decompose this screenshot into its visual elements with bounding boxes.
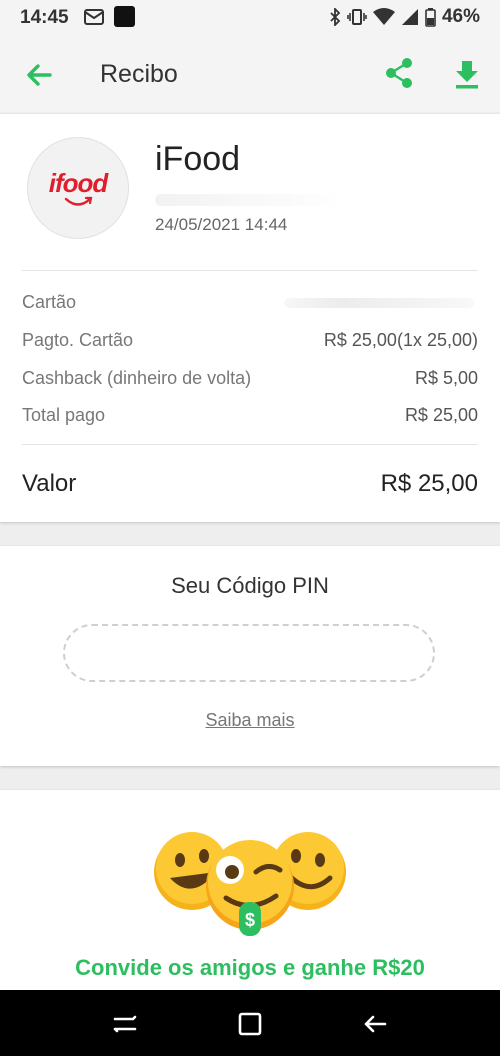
pin-card: Seu Código PIN Saiba mais: [0, 546, 500, 766]
row-value: R$ 25,00(1x 25,00): [323, 330, 478, 350]
battery-icon: [425, 7, 436, 27]
share-icon[interactable]: [383, 56, 417, 90]
app-icon: [114, 6, 135, 27]
back-icon[interactable]: [361, 1010, 389, 1038]
status-bar: 14:45 46%: [0, 0, 500, 36]
merchant-name: iFood: [155, 140, 241, 178]
battery-percent: 46%: [441, 6, 480, 27]
back-arrow-icon[interactable]: [22, 58, 56, 92]
total-row: Valor R$ 25,00: [22, 470, 478, 504]
row-label: Cartão: [22, 292, 77, 312]
logo-text: ifood: [48, 168, 109, 198]
system-nav-bar: [0, 990, 500, 1056]
total-label: Valor: [22, 470, 77, 497]
detail-row-total-paid: Total pago R$ 25,00: [22, 405, 478, 429]
home-icon[interactable]: [236, 1010, 264, 1038]
row-value: R$ 5,00: [414, 368, 478, 388]
divider: [22, 270, 478, 271]
learn-more-link[interactable]: Saiba mais: [0, 710, 500, 731]
vibrate-icon: [347, 9, 367, 25]
logo-smile-icon: [64, 196, 93, 206]
emoji-group-icon: $: [154, 832, 346, 936]
row-label: Total pago: [22, 405, 106, 425]
wifi-icon: [372, 8, 395, 25]
detail-row-payment: Pagto. Cartão R$ 25,00(1x 25,00): [22, 330, 478, 354]
emoji-badge: $: [245, 910, 255, 930]
app-bar: Recibo: [0, 36, 500, 112]
invite-card: $ Convide os amigos e ganhe R$20: [0, 790, 500, 990]
row-label: Cashback (dinheiro de volta): [22, 368, 252, 388]
redacted-info: [155, 194, 340, 206]
detail-row-cashback: Cashback (dinheiro de volta) R$ 5,00: [22, 368, 478, 392]
invite-friends-link[interactable]: Convide os amigos e ganhe R$20: [0, 955, 500, 981]
masked-card-number: [284, 298, 474, 308]
pin-code-box[interactable]: [63, 624, 435, 682]
status-time: 14:45: [20, 7, 69, 28]
pin-title: Seu Código PIN: [171, 573, 329, 598]
bluetooth-icon: [330, 8, 341, 26]
transaction-datetime: 24/05/2021 14:44: [155, 215, 288, 234]
total-value: R$ 25,00: [380, 470, 478, 497]
signal-icon: [401, 9, 418, 25]
download-icon[interactable]: [450, 58, 484, 92]
receipt-card: ifood iFood 24/05/2021 14:44 Cartão Pagt…: [0, 114, 500, 522]
mail-icon: [84, 9, 104, 25]
row-value: R$ 25,00: [404, 405, 478, 425]
detail-row-card: Cartão: [22, 292, 478, 316]
divider: [22, 444, 478, 445]
row-label: Pagto. Cartão: [22, 330, 134, 350]
recents-icon[interactable]: [111, 1010, 139, 1038]
merchant-logo: ifood: [27, 137, 129, 239]
page-title: Recibo: [100, 60, 178, 88]
